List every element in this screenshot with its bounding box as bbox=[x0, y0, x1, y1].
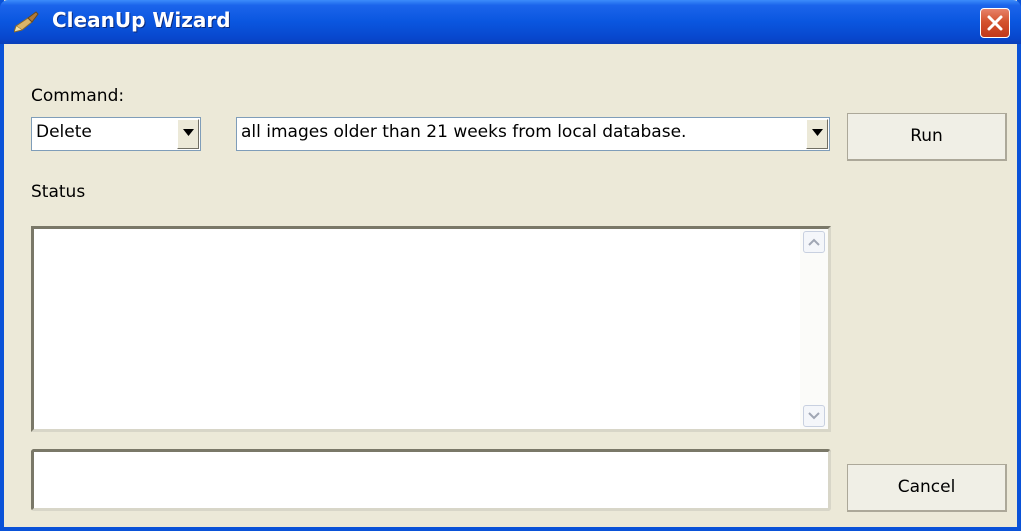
action-dropdown-value: Delete bbox=[36, 122, 92, 142]
run-button[interactable]: Run bbox=[847, 113, 1007, 161]
status-scrollbar[interactable] bbox=[800, 229, 828, 429]
title-bar[interactable]: CleanUp Wizard bbox=[0, 0, 1021, 44]
close-icon bbox=[987, 15, 1003, 31]
close-button[interactable] bbox=[980, 8, 1010, 38]
chevron-down-icon[interactable] bbox=[806, 119, 828, 149]
target-dropdown-value: all images older than 21 weeks from loca… bbox=[241, 122, 687, 142]
action-dropdown[interactable]: Delete bbox=[31, 117, 201, 151]
cancel-button[interactable]: Cancel bbox=[847, 464, 1007, 512]
status-label: Status bbox=[31, 182, 86, 202]
window-title: CleanUp Wizard bbox=[52, 8, 231, 32]
status-input[interactable] bbox=[31, 449, 831, 511]
chevron-down-icon[interactable] bbox=[177, 119, 199, 149]
scroll-down-icon[interactable] bbox=[803, 405, 825, 427]
target-dropdown[interactable]: all images older than 21 weeks from loca… bbox=[236, 117, 830, 151]
broom-icon bbox=[13, 10, 40, 34]
command-label: Command: bbox=[31, 86, 125, 106]
scroll-up-icon[interactable] bbox=[803, 231, 825, 253]
status-log[interactable] bbox=[31, 226, 831, 432]
